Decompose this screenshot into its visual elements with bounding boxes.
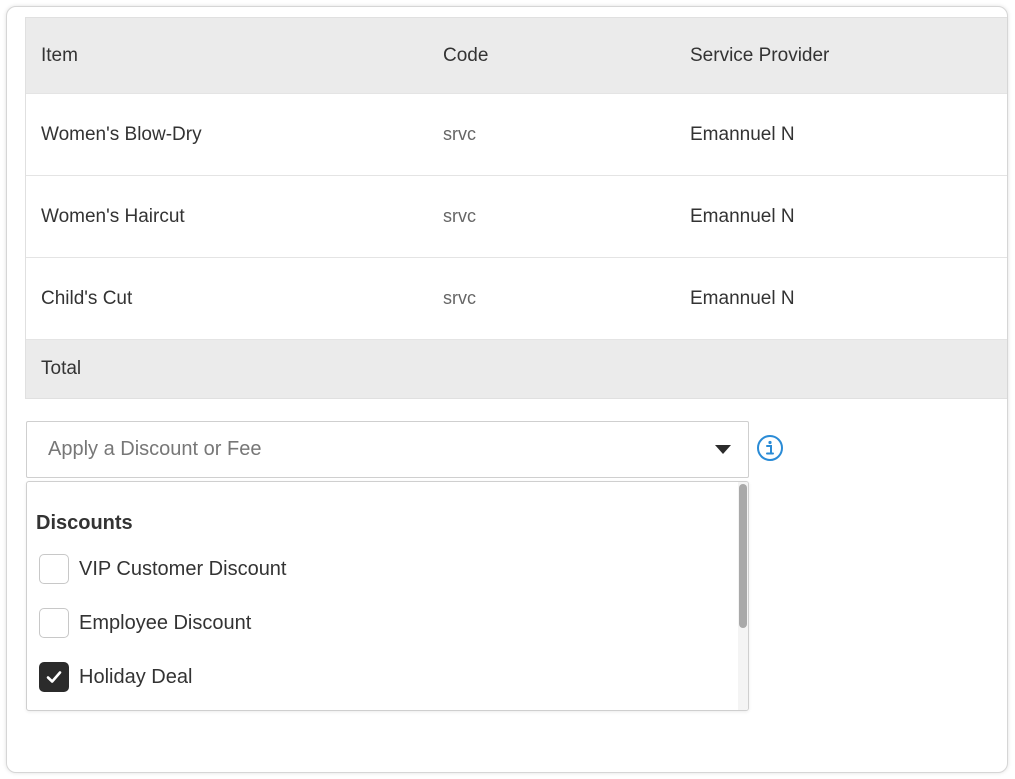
option-holiday-deal[interactable]: Holiday Deal — [39, 661, 719, 693]
service-provider: Emannuel N — [690, 123, 795, 145]
option-vip-customer-discount[interactable]: VIP Customer Discount — [39, 553, 719, 585]
item-name: Women's Haircut — [41, 205, 185, 227]
discount-dropdown-menu: Discounts VIP Customer Discount Employee… — [26, 481, 749, 711]
table-total-row: Total — [26, 340, 1007, 398]
item-name: Child's Cut — [41, 287, 133, 309]
item-code: srvc — [443, 124, 476, 144]
item-code: srvc — [443, 206, 476, 226]
discount-fee-placeholder: Apply a Discount or Fee — [48, 438, 262, 460]
chevron-down-icon — [715, 445, 731, 454]
service-provider: Emannuel N — [690, 205, 795, 227]
checkmark-icon — [46, 671, 62, 683]
column-header-item: Item — [41, 44, 78, 66]
info-icon[interactable] — [756, 434, 784, 462]
service-provider: Emannuel N — [690, 287, 795, 309]
option-label: Employee Discount — [79, 611, 252, 634]
scrollbar-thumb[interactable] — [739, 484, 747, 628]
item-code: srvc — [443, 288, 476, 308]
services-table: Item Code Service Provider Women's Blow-… — [25, 17, 1007, 399]
dropdown-scrollbar[interactable] — [738, 482, 748, 710]
table-row[interactable]: Women's Haircut srvc Emannuel N — [26, 176, 1007, 258]
table-row[interactable]: Child's Cut srvc Emannuel N — [26, 258, 1007, 340]
discount-panel: Item Code Service Provider Women's Blow-… — [6, 6, 1008, 773]
discount-fee-select[interactable]: Apply a Discount or Fee — [26, 421, 749, 478]
option-employee-discount[interactable]: Employee Discount — [39, 607, 719, 639]
discounts-group-title: Discounts — [36, 512, 133, 534]
checkbox[interactable] — [39, 608, 69, 638]
table-row[interactable]: Women's Blow-Dry srvc Emannuel N — [26, 94, 1007, 176]
option-label: VIP Customer Discount — [79, 557, 287, 580]
checkbox[interactable] — [39, 554, 69, 584]
column-header-service-provider: Service Provider — [690, 44, 830, 66]
column-header-code: Code — [443, 44, 489, 66]
item-name: Women's Blow-Dry — [41, 123, 202, 145]
table-header-row: Item Code Service Provider — [26, 18, 1007, 94]
option-label: Holiday Deal — [79, 665, 193, 688]
total-label: Total — [41, 358, 82, 379]
checkbox-checked[interactable] — [39, 662, 69, 692]
